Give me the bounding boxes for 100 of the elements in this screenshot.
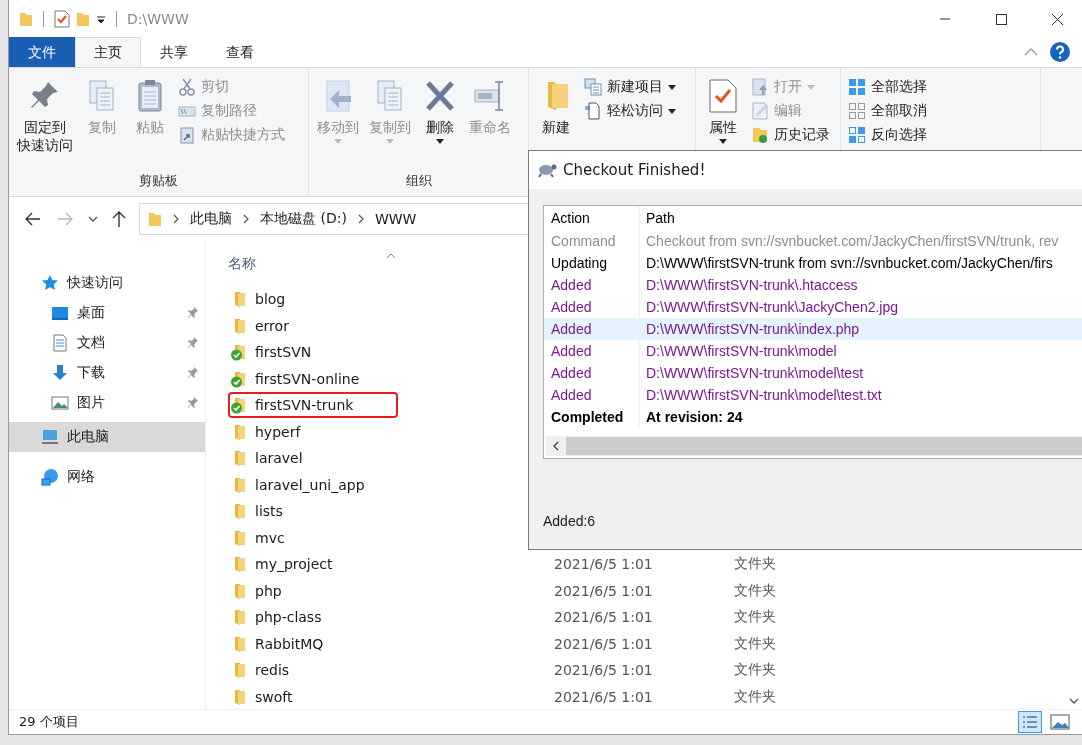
breadcrumb-item[interactable]: 本地磁盘 (D:) xyxy=(260,210,347,228)
log-row[interactable]: Completed At revision: 24 xyxy=(544,406,1082,428)
details-view-icon[interactable] xyxy=(1018,711,1042,733)
caret-icon xyxy=(436,139,444,145)
log-action: Completed xyxy=(544,406,640,428)
sidebar-item[interactable]: 下载 xyxy=(9,358,205,388)
group-label: 剪贴板 xyxy=(138,172,179,190)
chevron-right-icon[interactable] xyxy=(356,214,365,224)
sidebar-item[interactable]: 快速访问 xyxy=(9,268,205,298)
new-item-icon xyxy=(584,78,602,96)
column-header[interactable]: 名称 xyxy=(228,254,256,273)
modified-date: 2021/6/5 1:01 xyxy=(554,688,654,705)
computer-icon xyxy=(41,428,59,446)
file-name[interactable]: error xyxy=(255,317,289,334)
log-action: Command xyxy=(544,230,640,252)
pin-icon[interactable] xyxy=(187,336,199,350)
sidebar-item[interactable]: 此电脑 xyxy=(9,422,205,452)
file-name[interactable]: php xyxy=(255,582,282,599)
folder-icon[interactable] xyxy=(76,10,90,27)
log-path: D:\WWW\firstSVN-trunk from svn://svnbucket.com/JackyChen/firs xyxy=(645,255,1053,271)
up-icon[interactable] xyxy=(111,209,127,229)
sidebar-item[interactable]: 图片 xyxy=(9,388,205,418)
select-none-button[interactable]: 全部取消 xyxy=(845,100,930,122)
delete-button[interactable]: 删除 xyxy=(417,74,463,172)
log-row[interactable]: Added D:\WWW\firstSVN-trunk\index.php xyxy=(544,318,1082,340)
file-name[interactable]: firstSVN xyxy=(255,344,312,361)
pin-icon[interactable] xyxy=(187,396,199,410)
select-all-button[interactable]: 全部选择 xyxy=(845,76,930,98)
new-item-button[interactable]: 新建项目 xyxy=(581,76,679,98)
ribbon-tab[interactable]: 共享 xyxy=(141,37,207,67)
log-action: Added xyxy=(544,318,640,340)
download-icon xyxy=(51,364,69,382)
caret-icon xyxy=(668,108,676,114)
ribbon-tab[interactable]: 主页 xyxy=(75,37,141,67)
history-icon xyxy=(751,126,769,144)
file-name[interactable]: mvc xyxy=(255,529,285,546)
file-name[interactable]: firstSVN-trunk xyxy=(255,397,354,414)
ribbon-tab[interactable]: 文件 xyxy=(9,37,75,67)
folder-icon xyxy=(148,211,162,227)
file-type: 文件夹 xyxy=(734,581,776,600)
log-row[interactable]: Added D:\WWW\firstSVN-trunk\model xyxy=(544,340,1082,362)
easy-access-icon xyxy=(584,102,602,120)
monitor-icon xyxy=(51,304,69,322)
pin-icon[interactable] xyxy=(187,306,199,320)
log-action: Added xyxy=(544,340,640,362)
collapse-icon[interactable] xyxy=(1024,47,1038,57)
file-name[interactable]: swoft xyxy=(255,688,293,705)
modified-date: 2021/6/5 1:01 xyxy=(554,635,654,652)
caret-icon xyxy=(668,84,676,90)
large-icons-view-icon[interactable] xyxy=(1048,711,1072,733)
open-icon xyxy=(751,78,769,96)
folder-icon[interactable] xyxy=(19,10,33,27)
modified-date: 2021/6/5 1:01 xyxy=(554,582,654,599)
file-name[interactable]: redis xyxy=(255,662,290,679)
file-name[interactable]: laravel_uni_app xyxy=(255,476,365,493)
log-action: Added xyxy=(544,362,640,384)
pin-button[interactable]: 固定到 快速访问 xyxy=(13,74,77,172)
sidebar-item[interactable]: 网络 xyxy=(9,462,205,492)
log-action: Added xyxy=(544,384,640,406)
file-name[interactable]: RabbitMQ xyxy=(255,635,324,652)
modified-date: 2021/6/5 1:01 xyxy=(554,609,654,626)
log-path: D:\WWW\firstSVN-trunk\model\test.txt xyxy=(645,387,882,403)
file-name[interactable]: hyperf xyxy=(255,423,301,440)
file-name[interactable]: my_project xyxy=(255,556,333,573)
scroll-down-icon[interactable] xyxy=(1069,697,1079,705)
properties-icon xyxy=(706,78,740,114)
horizontal-scrollbar[interactable] xyxy=(546,436,1082,456)
file-name[interactable]: php-class xyxy=(255,609,322,626)
file-name[interactable]: firstSVN-online xyxy=(255,370,360,387)
star-icon xyxy=(41,274,59,292)
column-header[interactable]: Path xyxy=(640,210,675,226)
column-header[interactable]: Action xyxy=(544,206,640,230)
properties-icon[interactable] xyxy=(54,9,70,28)
file-name[interactable]: laravel xyxy=(255,450,303,467)
breadcrumb-item[interactable]: WWW xyxy=(374,211,417,227)
help-icon[interactable] xyxy=(1050,42,1070,62)
breadcrumb-item[interactable]: 此电脑 xyxy=(190,210,232,228)
history-button[interactable]: 历史记录 xyxy=(748,124,833,146)
file-name[interactable]: lists xyxy=(255,503,283,520)
easy-access-button[interactable]: 轻松访问 xyxy=(581,100,679,122)
log-row[interactable]: Added D:\WWW\firstSVN-trunk\model\test.txt xyxy=(544,384,1082,406)
window-title: D:\WWW xyxy=(127,10,189,27)
ribbon-tab[interactable]: 查看 xyxy=(207,37,273,67)
invert-button[interactable]: 反向选择 xyxy=(845,124,930,146)
globe-icon xyxy=(41,468,59,486)
pin-icon[interactable] xyxy=(187,366,199,380)
log-row[interactable]: Added D:\WWW\firstSVN-trunk\.htaccess xyxy=(544,274,1082,296)
sidebar-item[interactable]: 桌面 xyxy=(9,298,205,328)
sidebar-item[interactable]: 文档 xyxy=(9,328,205,358)
dropdown-icon[interactable] xyxy=(96,13,106,24)
file-name[interactable]: blog xyxy=(255,291,286,308)
log-row[interactable]: Updating D:\WWW\firstSVN-trunk from svn://svnbucket.com/JackyChen/firs xyxy=(544,252,1082,274)
file-type: 文件夹 xyxy=(734,634,776,653)
log-path: D:\WWW\firstSVN-trunk\.htaccess xyxy=(645,277,858,293)
log-row[interactable]: Added D:\WWW\firstSVN-trunk\model\test xyxy=(544,362,1082,384)
caret-icon xyxy=(334,139,342,145)
chevron-right-icon[interactable] xyxy=(172,214,180,224)
chevron-right-icon[interactable] xyxy=(242,214,250,224)
cut-icon xyxy=(178,78,196,96)
chevron-down-icon[interactable] xyxy=(87,214,99,224)
